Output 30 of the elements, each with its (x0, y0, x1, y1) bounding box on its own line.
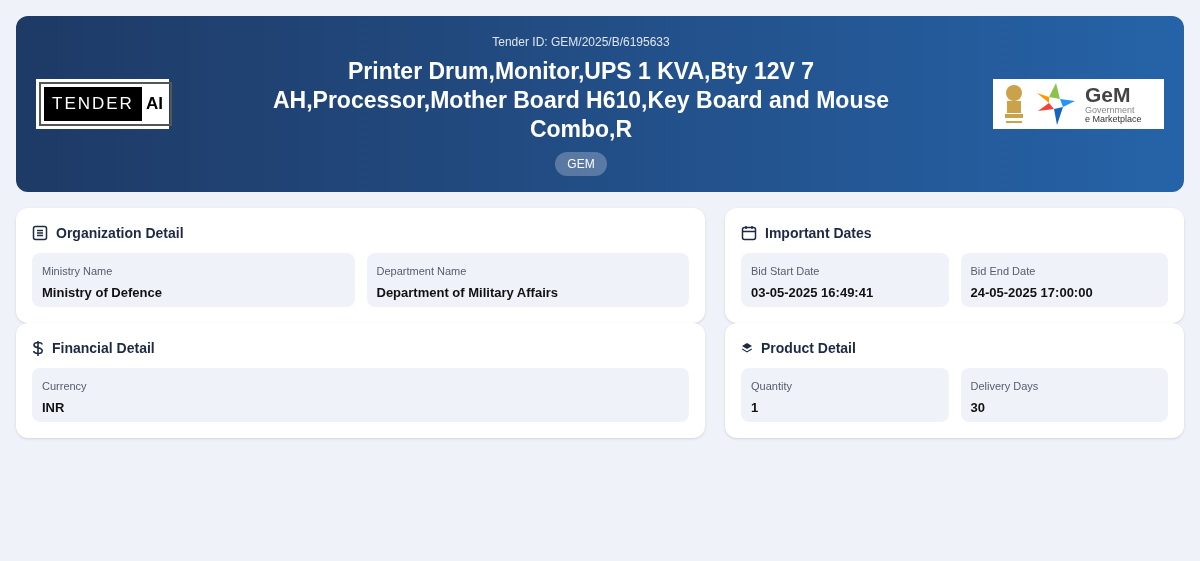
card-title: Important Dates (765, 223, 872, 243)
field-value: 24-05-2025 17:00:00 (970, 283, 1094, 302)
tender-id: Tender ID: GEM/2025/B/6195633 (492, 33, 670, 51)
field-value: 03-05-2025 16:49:41 (751, 283, 875, 302)
field-label: Delivery Days (970, 379, 1040, 394)
field-label: Ministry Name (42, 264, 114, 279)
field-value: Ministry of Defence (42, 283, 163, 302)
field-label: Bid Start Date (751, 264, 821, 279)
field-label: Currency (42, 379, 88, 394)
field-value: INR (42, 398, 66, 417)
field-label: Quantity (751, 379, 793, 394)
field-label: Department Name (376, 264, 468, 279)
field-label: Bid End Date (970, 264, 1037, 279)
gem-wordmark: GeM (1085, 84, 1132, 105)
logo-word: TENDER (44, 87, 142, 121)
layers-icon (741, 342, 753, 354)
field-value: 30 (970, 398, 986, 417)
calendar-icon (741, 225, 757, 241)
tender-title: Printer Drum,Monitor,UPS 1 KVA,Bty 12V 7 AH,Processor,Mother Board H610,Key Board and Mouse Combo,R (271, 56, 891, 144)
field-value: 1 (751, 398, 760, 417)
logo-suffix-text: AI (144, 93, 164, 116)
gem-subtitle: Government (1085, 106, 1136, 115)
list-icon (32, 225, 48, 241)
card-title: Organization Detail (56, 223, 184, 243)
card-title: Financial Detail (52, 338, 155, 358)
field-value: Department of Military Affairs (376, 283, 560, 302)
gem-subtitle: e Marketplace (1085, 115, 1142, 124)
card-title: Product Detail (761, 338, 856, 358)
dollar-icon (32, 339, 44, 357)
source-badge: GEM (555, 151, 607, 176)
